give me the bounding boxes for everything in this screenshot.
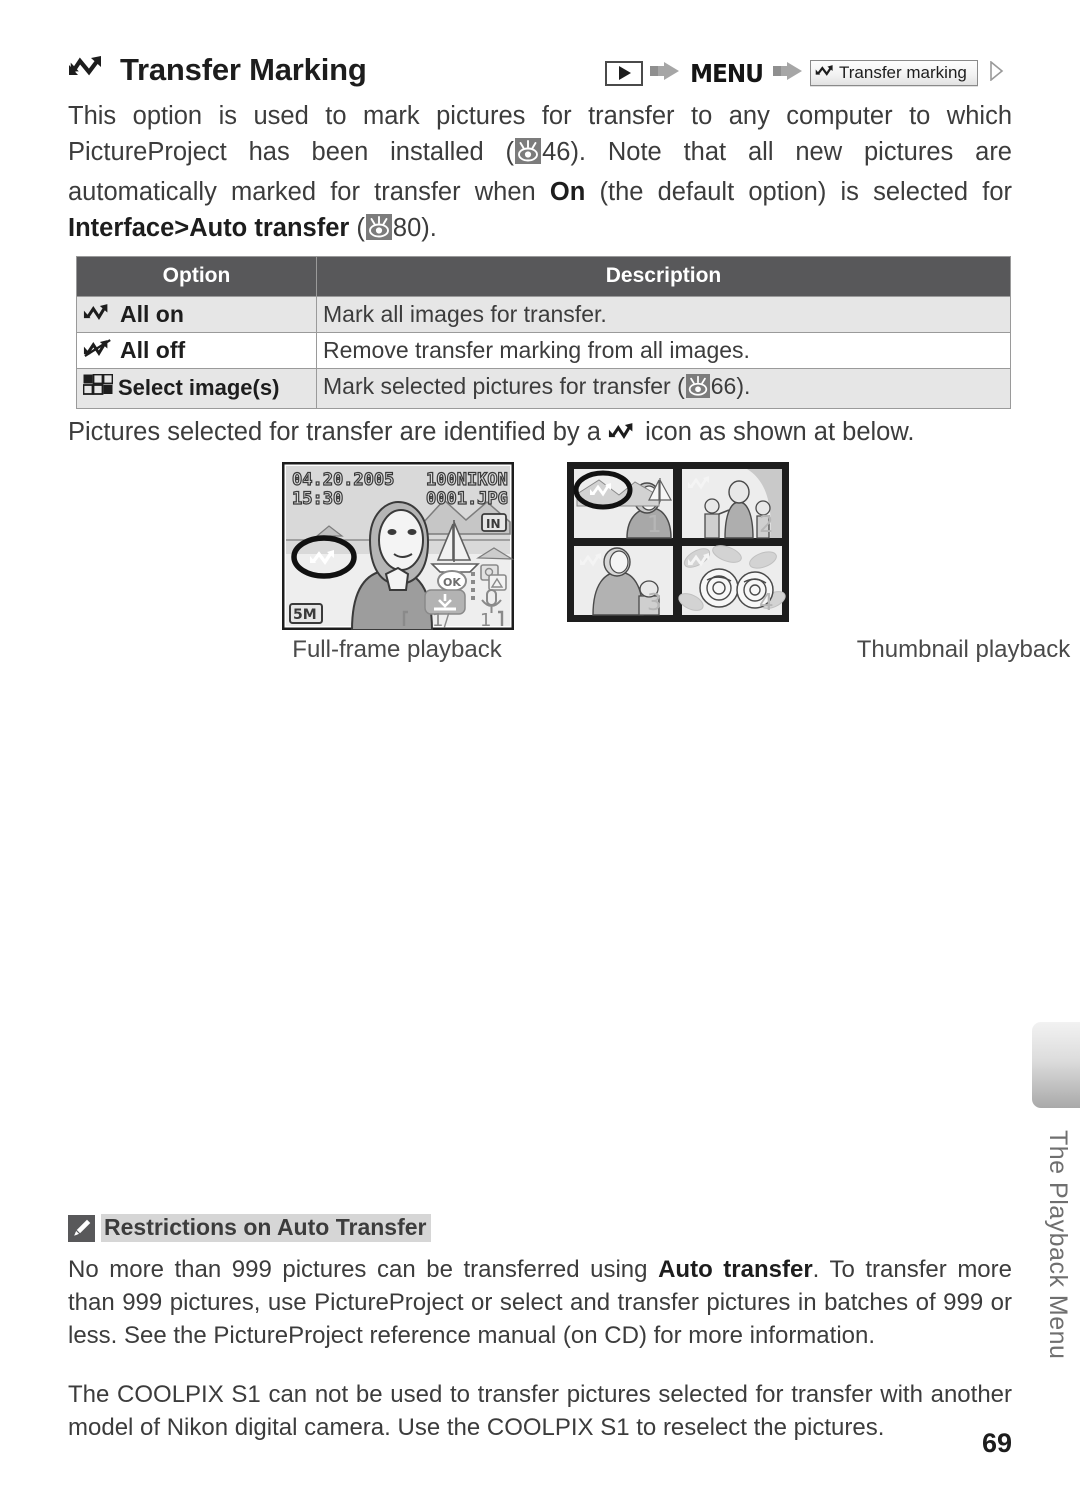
svg-text:3: 3 [647, 590, 662, 616]
eye-reference-icon-2 [365, 214, 392, 250]
svg-text:15:30: 15:30 [292, 489, 343, 509]
description-select-page: 66 [710, 373, 737, 399]
chapter-thumb-tab [1032, 1022, 1080, 1108]
intro-bold-on: On [549, 178, 586, 206]
intro-ref2-page: 80 [392, 214, 422, 242]
table-row[interactable]: All off Remove transfer marking from all… [77, 332, 1010, 368]
intro-part4: ( [349, 214, 365, 242]
table-row[interactable]: All on Mark all images for transfer. [77, 296, 1010, 332]
svg-text:1: 1 [480, 610, 491, 630]
note-header: Restrictions on Auto Transfer [68, 1214, 1012, 1242]
description-all-off: Remove transfer marking from all images. [323, 337, 750, 363]
option-label-select-images: Select image(s) [118, 375, 280, 400]
note-paragraph-2: The COOLPIX S1 can not be used to transf… [68, 1381, 1012, 1441]
breadcrumb: MENU Transfer marking [604, 56, 1004, 90]
intro-path-separator: > [174, 214, 190, 242]
note-p1-bold: Auto transfer [658, 1256, 813, 1283]
figures-group: 04.20.2005 15:30 100NIKON 0001.JPG IN 5M… [281, 461, 1070, 672]
manual-page: Transfer Marking MENU Transfer marking T… [0, 0, 1080, 1486]
intro-part3: (the default option) is selected for [585, 178, 1013, 206]
note-title: Restrictions on Auto Transfer [101, 1214, 432, 1242]
options-table: Option Description All on Mark all image… [76, 256, 1011, 409]
table-row[interactable]: Select image(s) Mark selected pictures f… [77, 368, 1010, 408]
table-header-row: Option Description [77, 257, 1010, 296]
svg-text:0001.JPG: 0001.JPG [426, 489, 508, 509]
option-cell-all-on: All on [77, 297, 317, 332]
intro-part5: ). [421, 214, 437, 242]
option-label-all-on: All on [120, 301, 184, 327]
table-header-description: Description [605, 264, 722, 287]
eye-reference-icon [515, 138, 542, 174]
note-block: Restrictions on Auto Transfer No more th… [68, 1214, 1012, 1444]
transfer-arrow-icon-inline [608, 415, 638, 451]
chapter-side-label: The Playback Menu [1044, 1130, 1072, 1360]
intro-bold-auto-transfer: Auto transfer [189, 214, 350, 242]
breadcrumb-field-label: Transfer marking [839, 63, 967, 82]
thumbnail-playback-figure: 1 2 3 4 Thumbnail playback [567, 462, 1070, 663]
transfer-arrow-icon [68, 52, 110, 88]
intro-ref1-page: 46 [542, 138, 571, 166]
svg-text:1: 1 [647, 512, 662, 538]
thumbnail-grid-icon [82, 373, 114, 402]
description-select-post: ). [736, 373, 751, 399]
page-title-text: Transfer Marking [120, 52, 367, 87]
full-frame-caption: Full-frame playback [292, 636, 502, 663]
right-arrow-icon-2 [773, 61, 803, 85]
menu-label: MENU [689, 58, 764, 88]
svg-text:5M: 5M [293, 607, 317, 623]
note-paragraph-1: No more than 999 pictures can be transfe… [68, 1253, 1012, 1352]
svg-text:1/: 1/ [432, 610, 450, 630]
pencil-note-icon [68, 1214, 95, 1242]
eye-reference-icon-3 [685, 374, 710, 404]
description-select-pre: Mark selected pictures for transfer ( [323, 373, 685, 399]
intro-bold-interface: Interface [68, 214, 175, 242]
svg-text:100NIKON: 100NIKON [426, 470, 508, 490]
description-all-on: Mark all images for transfer. [323, 301, 607, 327]
selected-pictures-line: Pictures selected for transfer are ident… [68, 414, 1012, 451]
breadcrumb-field-transfer-marking[interactable]: Transfer marking [810, 60, 978, 86]
svg-text:2: 2 [759, 512, 774, 538]
page-header: Transfer Marking MENU Transfer marking [68, 52, 1012, 100]
page-title: Transfer Marking [68, 52, 367, 88]
thumbnail-caption: Thumbnail playback [856, 636, 1071, 663]
playback-mode-icon[interactable] [604, 60, 643, 86]
svg-text:04.20.2005: 04.20.2005 [292, 470, 394, 490]
selected-line-post: icon as shown at below. [638, 418, 915, 446]
selected-line-pre: Pictures selected for transfer are ident… [68, 418, 609, 446]
chevron-right-icon[interactable] [990, 59, 1004, 86]
right-arrow-icon [649, 61, 680, 85]
option-cell-select-images: Select image(s) [77, 369, 317, 408]
note-p1-pre: No more than 999 pictures can be transfe… [68, 1256, 659, 1283]
option-label-all-off: All off [120, 337, 186, 363]
page-number: 69 [981, 1428, 1012, 1458]
transfer-arrow-icon-small [815, 64, 837, 83]
description-select-images: Mark selected pictures for transfer ( 66)… [317, 369, 1010, 408]
option-cell-all-off: All off [77, 333, 317, 368]
svg-text:IN: IN [486, 517, 501, 531]
transfer-all-off-icon [83, 336, 113, 364]
full-frame-playback-figure: 04.20.2005 15:30 100NIKON 0001.JPG IN 5M… [281, 461, 515, 663]
table-header-option: Option [77, 257, 317, 296]
svg-text:OK: OK [443, 576, 461, 589]
intro-paragraph: This option is used to mark pictures for… [68, 98, 1012, 250]
transfer-all-on-icon [83, 300, 113, 328]
svg-text:4: 4 [759, 590, 774, 616]
